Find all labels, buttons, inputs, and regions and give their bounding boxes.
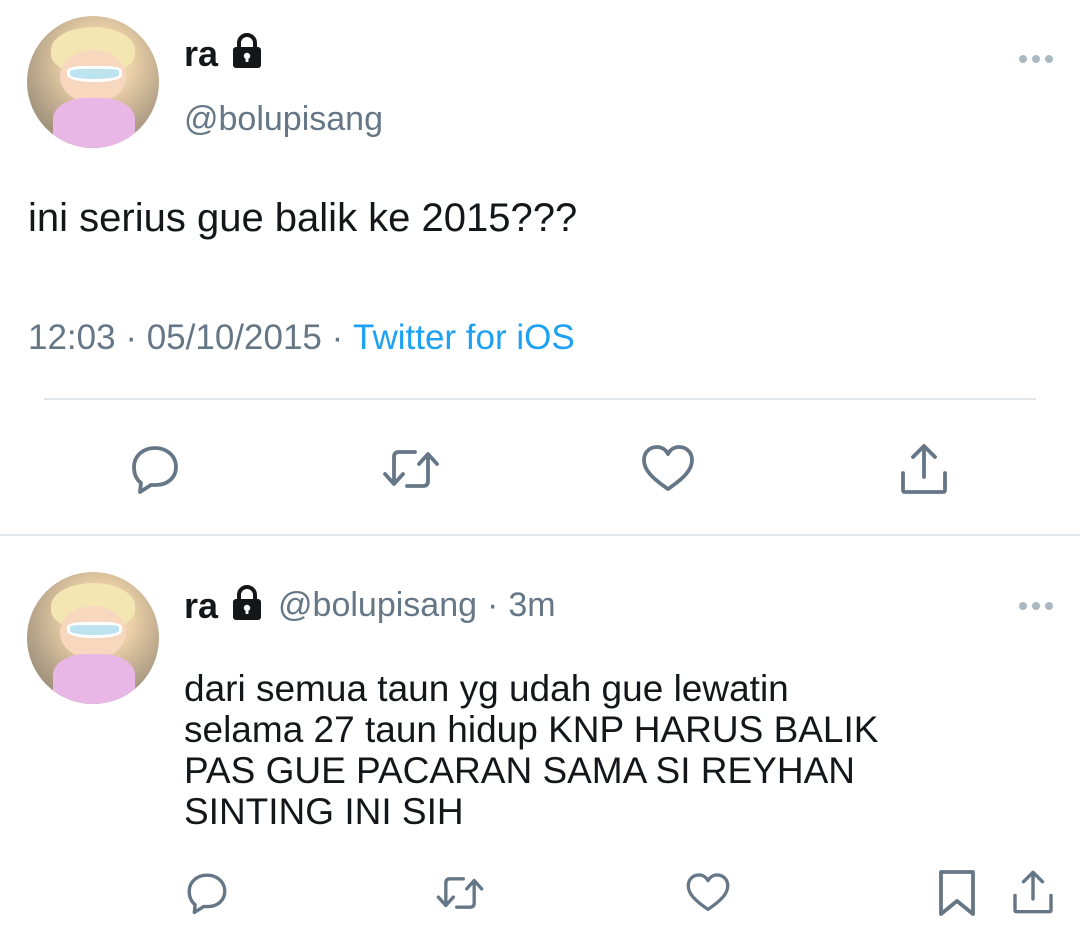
avatar[interactable] [27, 572, 159, 704]
author-handle[interactable]: @bolupisang [184, 100, 383, 139]
tweet-meta: 12:03 · 05/10/2015 · Twitter for iOS [28, 318, 575, 358]
display-name[interactable]: ra [184, 585, 218, 627]
meta-separator: · [487, 586, 499, 624]
display-name[interactable]: ra [184, 33, 218, 75]
tweet-text: dari semua taun yg udah gue lewatin sela… [184, 668, 1044, 832]
like-icon [642, 445, 694, 491]
author-handle[interactable]: @bolupisang [278, 586, 477, 625]
tweet-text-line: selama 27 taun hidup KNP HARUS BALIK [184, 709, 879, 750]
meta-separator: · [125, 318, 137, 357]
like-button[interactable] [684, 870, 732, 916]
tweet-text-line: dari semua taun yg udah gue lewatin [184, 668, 789, 709]
lock-icon [230, 584, 264, 627]
bookmark-button[interactable] [934, 868, 980, 918]
retweet-icon [436, 877, 484, 909]
share-button[interactable] [1008, 866, 1058, 918]
retweet-icon [383, 450, 439, 488]
like-icon [686, 873, 730, 912]
reply-header: ra @bolupisang · 3m [184, 584, 556, 627]
retweet-button[interactable] [434, 870, 486, 916]
tweet-time: 12:03 [28, 318, 116, 357]
lock-icon [230, 32, 264, 75]
tweet-source-link[interactable]: Twitter for iOS [353, 318, 575, 358]
bookmark-icon [939, 870, 975, 916]
divider [44, 398, 1036, 400]
reply-icon [187, 873, 227, 915]
tweet-date: 05/10/2015 [146, 318, 322, 357]
reply-button[interactable] [126, 440, 184, 498]
tweet-text-line: SINTING INI SIH [184, 791, 464, 832]
share-icon [901, 444, 947, 494]
author-name-row: ra [184, 32, 264, 75]
share-icon [1013, 870, 1053, 914]
reply-button[interactable] [184, 870, 230, 916]
tweet-separator [0, 534, 1080, 536]
reply-icon [132, 446, 178, 494]
retweet-button[interactable] [380, 440, 442, 498]
like-button[interactable] [638, 440, 698, 498]
more-icon[interactable] [1017, 52, 1055, 71]
tweet-text-line: PAS GUE PACARAN SAMA SI REYHAN [184, 750, 855, 791]
relative-time[interactable]: 3m [508, 586, 555, 625]
meta-separator: · [331, 318, 344, 357]
more-icon[interactable] [1017, 599, 1055, 618]
main-tweet: ra @bolupisang ini serius gue balik ke 2… [0, 0, 1080, 535]
avatar[interactable] [27, 16, 159, 148]
tweet-text: ini serius gue balik ke 2015??? [28, 196, 578, 240]
share-button[interactable] [894, 440, 954, 498]
